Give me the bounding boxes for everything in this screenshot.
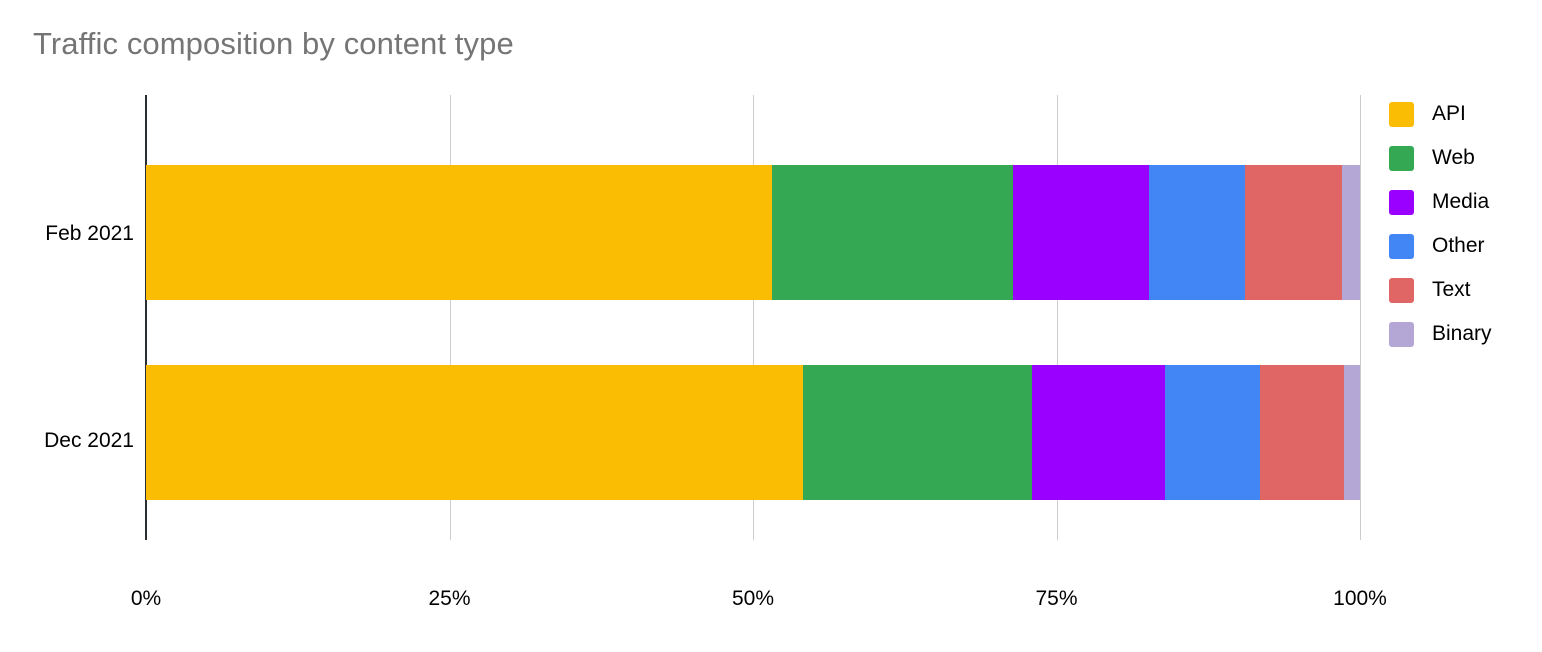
legend-item[interactable]: Other: [1389, 224, 1539, 268]
legend-swatch-icon: [1389, 189, 1414, 215]
legend-swatch-icon: [1389, 145, 1414, 171]
legend-label: API: [1432, 102, 1466, 125]
x-tick-label: 50%: [731, 587, 775, 610]
legend-item[interactable]: Web: [1389, 136, 1539, 180]
bar-segment[interactable]: [1032, 365, 1165, 500]
legend-item[interactable]: Binary: [1389, 312, 1539, 356]
legend-label: Other: [1432, 234, 1485, 257]
legend-swatch-icon: [1389, 277, 1414, 303]
bar-segment[interactable]: [146, 165, 773, 300]
bar-segment[interactable]: [772, 165, 1013, 300]
x-tick-label: 0%: [130, 587, 162, 610]
legend-item[interactable]: API: [1389, 92, 1539, 136]
legend-item[interactable]: Media: [1389, 180, 1539, 224]
bar-segment[interactable]: [1148, 165, 1245, 300]
legend-item[interactable]: Text: [1389, 268, 1539, 312]
bar-row[interactable]: [146, 165, 1360, 300]
legend-label: Binary: [1432, 322, 1492, 345]
legend-label: Web: [1432, 146, 1475, 169]
bar-segment[interactable]: [802, 365, 1033, 500]
chart-title: Traffic composition by content type: [33, 26, 514, 61]
legend-swatch-icon: [1389, 101, 1414, 127]
bar-row[interactable]: [146, 365, 1360, 500]
x-tick-label: 75%: [1035, 587, 1078, 610]
category-label: Feb 2021: [45, 222, 134, 245]
category-label: Dec 2021: [44, 429, 134, 452]
bar-segment[interactable]: [146, 365, 803, 500]
chart-container: Traffic composition by content type Feb …: [0, 0, 1542, 652]
legend-label: Text: [1432, 278, 1471, 301]
legend-swatch-icon: [1389, 233, 1414, 259]
bar-segment[interactable]: [1012, 165, 1149, 300]
legend-swatch-icon: [1389, 321, 1414, 347]
x-tick-label: 100%: [1333, 587, 1387, 610]
gridline: [1360, 95, 1361, 540]
bar-segment[interactable]: [1244, 165, 1342, 300]
bar-segment[interactable]: [1341, 165, 1360, 300]
bar-segment[interactable]: [1260, 365, 1345, 500]
x-tick-label: 25%: [428, 587, 471, 610]
chart-legend: API Web Media Other Text Binary: [1389, 92, 1539, 356]
legend-label: Media: [1432, 190, 1490, 213]
bar-segment[interactable]: [1164, 365, 1261, 500]
plot-area: [146, 95, 1361, 540]
bar-segment[interactable]: [1344, 365, 1360, 500]
